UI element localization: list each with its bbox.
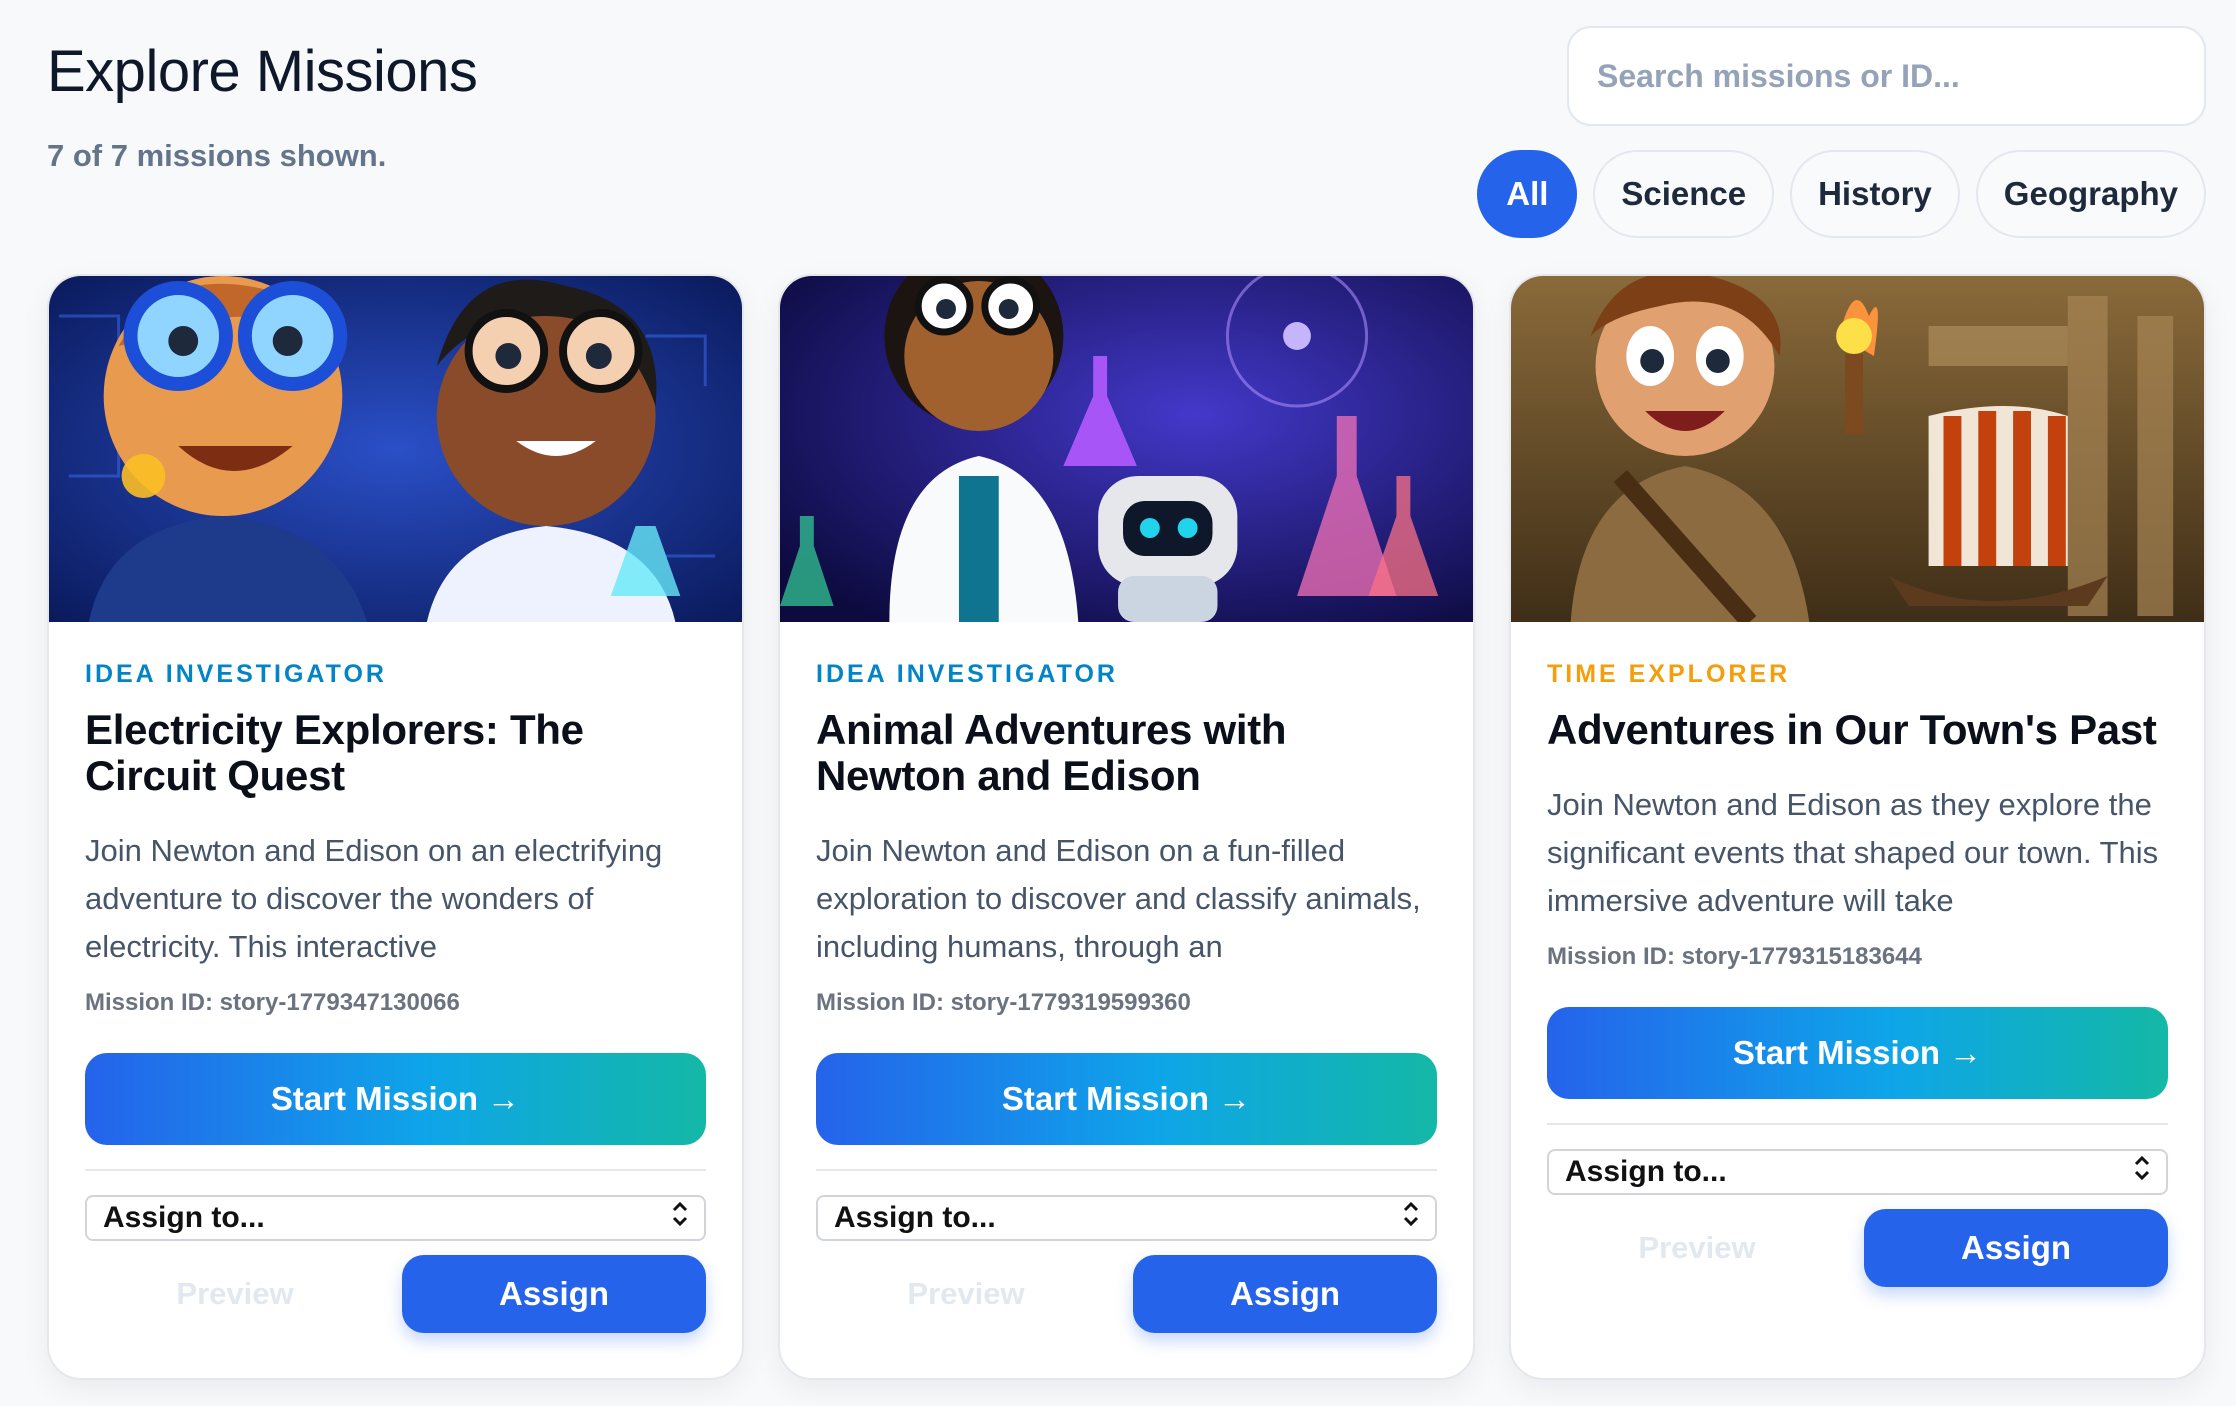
mission-title: Adventures in Our Town's Past xyxy=(1547,706,2157,753)
mission-image xyxy=(49,276,742,622)
assign-button[interactable]: Assign xyxy=(1864,1209,2168,1287)
preview-button[interactable]: Preview xyxy=(85,1276,385,1312)
page-title: Explore Missions xyxy=(47,39,478,104)
mission-cards: IDEA INVESTIGATOR Electricity Explorers:… xyxy=(47,274,2206,1380)
mission-id: Mission ID: story-1779315183644 xyxy=(1547,943,1922,970)
card-actions: Preview Assign xyxy=(816,1255,1437,1333)
assign-button[interactable]: Assign xyxy=(402,1255,706,1333)
divider xyxy=(816,1169,1437,1171)
mission-card: IDEA INVESTIGATOR Animal Adventures with… xyxy=(778,274,1475,1380)
mission-image xyxy=(780,276,1473,622)
divider xyxy=(85,1169,706,1171)
preview-button[interactable]: Preview xyxy=(816,1276,1116,1312)
assign-select[interactable]: Assign to... xyxy=(1547,1149,2168,1195)
preview-button[interactable]: Preview xyxy=(1547,1230,1847,1266)
assign-select[interactable]: Assign to... xyxy=(816,1195,1437,1241)
mission-title: Animal Adventures with Newton and Edison xyxy=(816,706,1287,799)
filter-chips: All Science History Geography xyxy=(1477,150,2206,238)
mission-category: IDEA INVESTIGATOR xyxy=(816,660,1118,688)
start-mission-button[interactable]: Start Mission → xyxy=(85,1053,706,1145)
missions-count: 7 of 7 missions shown. xyxy=(47,138,387,173)
filter-science[interactable]: Science xyxy=(1593,150,1775,238)
start-mission-button[interactable]: Start Mission → xyxy=(816,1053,1437,1145)
mission-id: Mission ID: story-1779347130066 xyxy=(85,989,460,1016)
filter-all[interactable]: All xyxy=(1477,150,1578,238)
select-arrows-icon xyxy=(670,1200,690,1236)
select-arrows-icon xyxy=(1401,1200,1421,1236)
card-actions: Preview Assign xyxy=(1547,1209,2168,1287)
start-mission-button[interactable]: Start Mission → xyxy=(1547,1007,2168,1099)
mission-card: TIME EXPLORER Adventures in Our Town's P… xyxy=(1509,274,2206,1380)
select-arrows-icon xyxy=(2132,1154,2152,1190)
divider xyxy=(1547,1123,2168,1125)
assign-select-value: Assign to... xyxy=(834,1201,996,1234)
mission-title: Electricity Explorers: The Circuit Quest xyxy=(85,706,584,799)
assign-select[interactable]: Assign to... xyxy=(85,1195,706,1241)
filter-geography[interactable]: Geography xyxy=(1975,150,2206,238)
mission-description: Join Newton and Edison as they explore t… xyxy=(1547,787,2159,918)
search-box[interactable] xyxy=(1567,26,2206,126)
mission-category: TIME EXPLORER xyxy=(1547,660,1791,688)
assign-select-value: Assign to... xyxy=(103,1201,265,1234)
search-input[interactable] xyxy=(1597,57,2204,95)
mission-image xyxy=(1511,276,2204,622)
page-header: Explore Missions xyxy=(47,38,478,105)
mission-category: IDEA INVESTIGATOR xyxy=(85,660,387,688)
mission-description: Join Newton and Edison on an electrifyin… xyxy=(85,833,663,964)
mission-id: Mission ID: story-1779319599360 xyxy=(816,989,1191,1016)
mission-description: Join Newton and Edison on a fun-filled e… xyxy=(816,833,1421,964)
card-actions: Preview Assign xyxy=(85,1255,706,1333)
assign-select-value: Assign to... xyxy=(1565,1155,1727,1188)
filter-history[interactable]: History xyxy=(1790,150,1960,238)
mission-card: IDEA INVESTIGATOR Electricity Explorers:… xyxy=(47,274,744,1380)
assign-button[interactable]: Assign xyxy=(1133,1255,1437,1333)
